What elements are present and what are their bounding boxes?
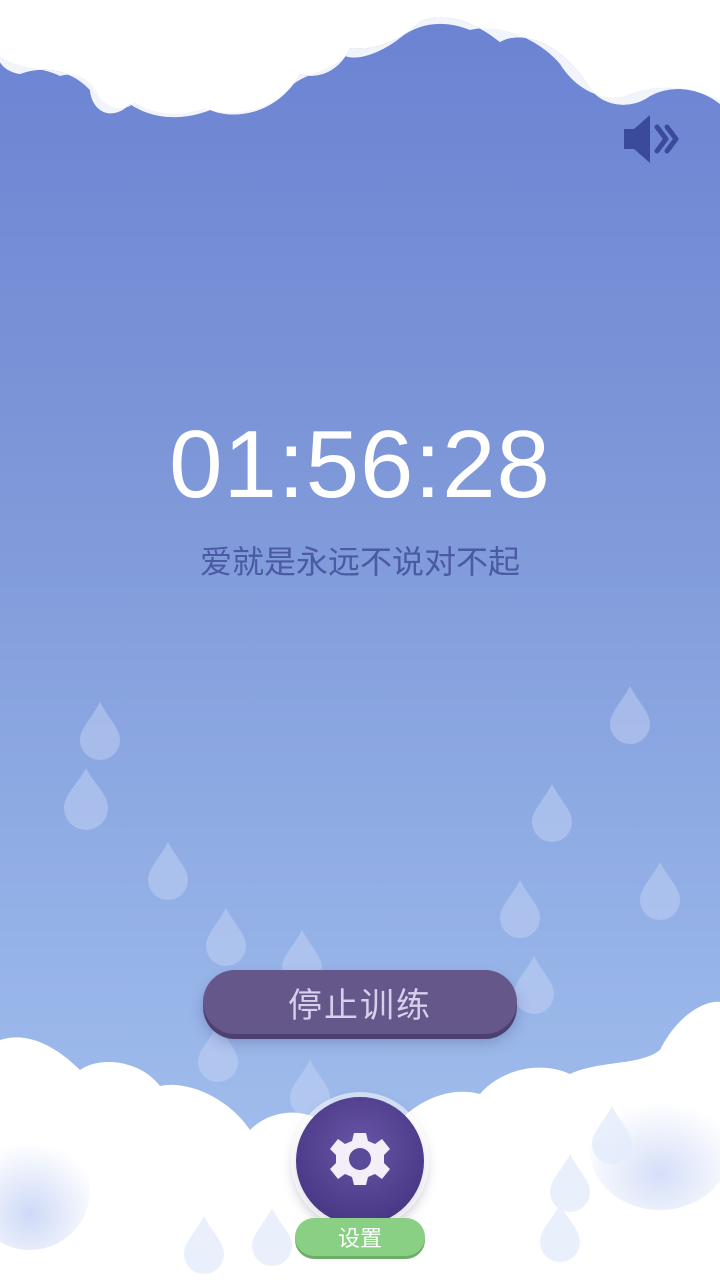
speaker-volume-icon (620, 112, 680, 170)
sound-toggle-button[interactable] (618, 112, 682, 170)
gear-icon (328, 1127, 392, 1195)
top-cloud-decoration (0, 0, 720, 118)
settings-button[interactable] (296, 1097, 424, 1225)
countdown-timer: 01:56:28 (169, 411, 551, 518)
settings-label: 设置 (295, 1218, 425, 1256)
quote-text: 爱就是永远不说对不起 (199, 543, 520, 581)
stop-training-button[interactable]: 停止训练 (203, 970, 517, 1034)
